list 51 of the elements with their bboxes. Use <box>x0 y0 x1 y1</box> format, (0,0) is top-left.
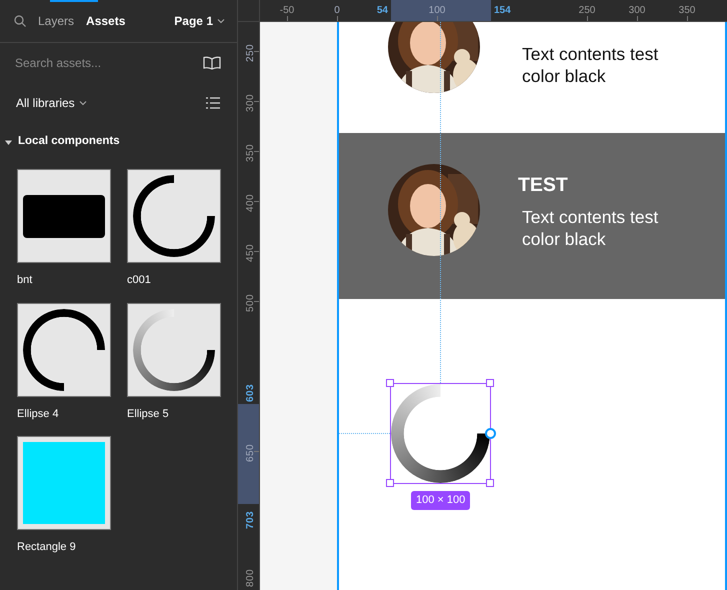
component-name: Ellipse 5 <box>127 406 170 422</box>
card-title: TEST <box>518 173 568 198</box>
ruler-label: 300 <box>628 4 646 18</box>
component-name: Ellipse 4 <box>17 406 60 422</box>
section-header[interactable]: Local components <box>0 123 237 161</box>
ruler-label: 450 <box>244 243 254 260</box>
component-name: c001 <box>127 273 152 288</box>
search-field[interactable]: Search assets... <box>15 54 185 72</box>
ruler-label: 54 <box>376 4 388 18</box>
component-thumbnail[interactable] <box>17 436 111 530</box>
card-text: Text contents test color black <box>522 43 660 87</box>
component-name: bnt <box>17 273 34 288</box>
search-icon[interactable] <box>14 15 26 27</box>
ruler-label: 500 <box>244 293 254 310</box>
ruler-label: 800 <box>244 568 254 585</box>
card-text: Text contents test color black <box>522 206 660 250</box>
ruler-label: 0 <box>333 4 341 18</box>
ruler-label: 650 <box>244 443 254 460</box>
guide-line <box>339 433 390 434</box>
ruler-label: 100 <box>428 4 446 18</box>
ruler-label: 400 <box>244 193 254 210</box>
ruler-label: 603 <box>244 383 254 400</box>
component-thumbnail[interactable] <box>17 169 111 263</box>
page-dropdown[interactable]: Page 1 <box>174 12 225 30</box>
resize-handle[interactable] <box>486 479 494 487</box>
tab-indicator <box>50 0 98 2</box>
tab[interactable]: Layers <box>32 12 80 30</box>
book-icon[interactable] <box>203 56 221 70</box>
component-thumbnail[interactable] <box>127 169 221 263</box>
resize-handle[interactable] <box>486 379 494 387</box>
ruler-label: 350 <box>678 4 696 18</box>
ruler-label: 154 <box>494 4 511 18</box>
library-dropdown[interactable]: All libraries <box>16 94 87 112</box>
caret-icon <box>78 100 87 106</box>
component-thumbnail[interactable] <box>17 302 111 396</box>
caret-icon <box>5 138 12 146</box>
ruler-label: 703 <box>244 510 254 527</box>
ruler-label: 250 <box>244 43 254 60</box>
tab[interactable]: Assets <box>80 12 132 30</box>
ruler-label: 350 <box>244 143 254 160</box>
size-label: 100 × 100 <box>411 491 470 510</box>
component-thumbnail[interactable] <box>127 302 221 396</box>
caret-icon <box>217 18 225 24</box>
button-shape-icon <box>23 194 105 238</box>
resize-handle[interactable] <box>386 479 394 487</box>
list-view-icon[interactable] <box>206 97 220 109</box>
component-name: Rectangle 9 <box>17 540 77 555</box>
ruler-label: 250 <box>578 4 596 18</box>
resize-handle[interactable] <box>386 379 394 387</box>
ruler-label: 300 <box>244 93 254 110</box>
ruler-label: -50 <box>278 4 296 18</box>
